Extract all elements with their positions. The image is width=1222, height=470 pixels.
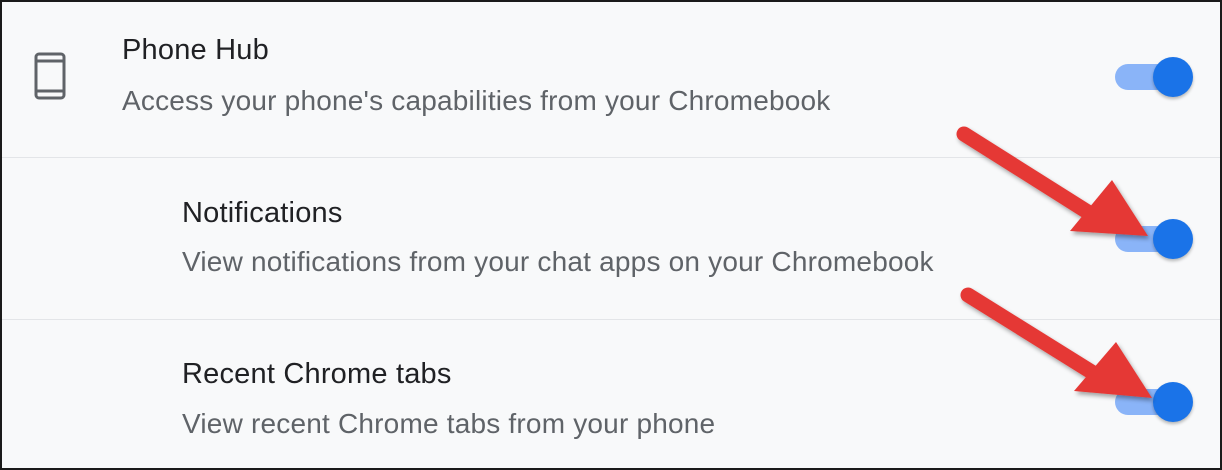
toggle-knob <box>1153 57 1193 97</box>
notifications-description: View notifications from your chat apps o… <box>182 246 934 277</box>
phone-hub-toggle[interactable] <box>1115 54 1195 98</box>
phone-hub-title: Phone Hub <box>122 34 269 66</box>
recent-tabs-toggle[interactable] <box>1115 379 1195 423</box>
setting-row-notifications[interactable]: Notifications View notifications from yo… <box>2 158 1220 320</box>
recent-tabs-title: Recent Chrome tabs <box>182 358 452 390</box>
smartphone-icon <box>34 52 66 100</box>
toggle-knob <box>1153 382 1193 422</box>
notifications-toggle[interactable] <box>1115 216 1195 260</box>
recent-tabs-description: View recent Chrome tabs from your phone <box>182 408 716 439</box>
phone-hub-description: Access your phone's capabilities from yo… <box>122 85 831 116</box>
setting-row-recent-chrome-tabs[interactable]: Recent Chrome tabs View recent Chrome ta… <box>2 320 1220 468</box>
settings-panel: Phone Hub Access your phone's capabiliti… <box>0 0 1222 470</box>
notifications-title: Notifications <box>182 197 343 229</box>
setting-row-phone-hub[interactable]: Phone Hub Access your phone's capabiliti… <box>2 2 1220 158</box>
toggle-knob <box>1153 219 1193 259</box>
